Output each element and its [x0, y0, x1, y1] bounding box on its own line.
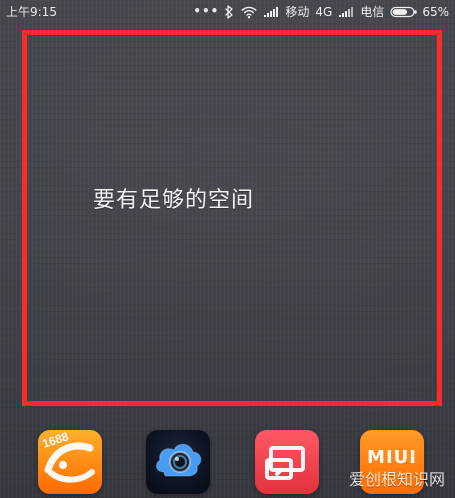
- status-bar: 上午9:15 ••• 移动 4G 电信 65%: [0, 0, 455, 24]
- cast-icon: [265, 446, 305, 480]
- app-camera[interactable]: [146, 430, 210, 494]
- highlight-caption: 要有足够的空间: [93, 188, 255, 213]
- miui-label: MIUI: [367, 447, 417, 468]
- highlight-box: [22, 30, 442, 406]
- network-type: 4G: [315, 5, 333, 19]
- app-1688[interactable]: 1688: [38, 430, 102, 494]
- battery: 65%: [390, 0, 449, 24]
- app-cast[interactable]: [255, 430, 319, 494]
- signal-2-icon: [338, 6, 354, 18]
- wifi-icon: [241, 5, 257, 19]
- camera-cloud-icon: [156, 443, 202, 477]
- status-left: 上午9:15: [6, 0, 57, 24]
- carrier-1: 移动: [285, 5, 310, 19]
- dock: 1688 MIUI 爱创根知识网: [0, 420, 455, 498]
- battery-icon: [390, 6, 418, 18]
- status-right: ••• 移动 4G 电信 65%: [193, 0, 449, 24]
- bluetooth-icon: [225, 5, 235, 19]
- app-1688-icon: 1688: [41, 430, 95, 483]
- carrier-2: 电信: [360, 5, 385, 19]
- app-miui[interactable]: MIUI: [360, 430, 424, 494]
- notification-dots: •••: [193, 4, 220, 18]
- signal-1-icon: [263, 6, 279, 18]
- battery-percent: 65%: [422, 5, 449, 19]
- status-time: 上午9:15: [6, 5, 57, 19]
